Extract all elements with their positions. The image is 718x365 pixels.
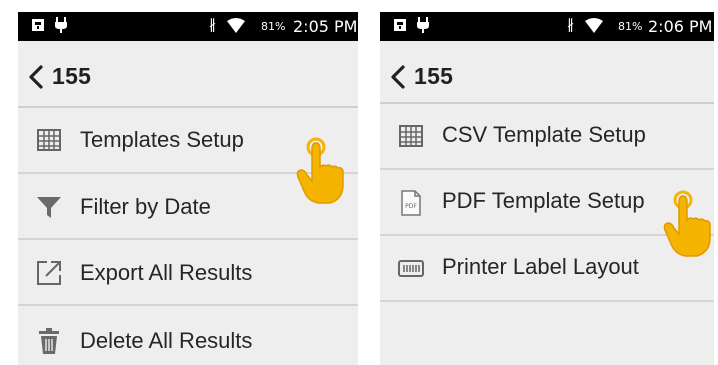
status-time: 2:05 PM xyxy=(293,17,358,36)
export-icon xyxy=(37,261,61,285)
screen-templates-setup: ∦ 81% 2:06 PM 155 CSV Template Setup PDF… xyxy=(380,12,714,365)
menu-item-label: PDF Template Setup xyxy=(442,188,645,213)
menu-item-label: Filter by Date xyxy=(80,194,211,219)
battery-level: 81% xyxy=(261,20,286,33)
status-bar: ∦ 81% 2:05 PM xyxy=(18,12,358,41)
menu-item-export-all-results[interactable]: Export All Results xyxy=(18,240,358,306)
status-bar: ∦ 81% 2:06 PM xyxy=(380,12,714,41)
printer-label-icon xyxy=(398,260,424,277)
menu-item-csv-template-setup[interactable]: CSV Template Setup xyxy=(380,104,714,170)
grid-icon xyxy=(37,129,61,151)
menu-item-label: Templates Setup xyxy=(80,127,244,152)
status-time: 2:06 PM xyxy=(648,17,713,36)
header: 155 xyxy=(18,41,358,111)
wifi-icon xyxy=(585,18,603,33)
notification-icon xyxy=(394,19,406,31)
menu-item-label: Printer Label Layout xyxy=(442,254,639,279)
menu-item-label: CSV Template Setup xyxy=(442,122,646,147)
bluetooth-icon: ∦ xyxy=(567,17,574,33)
menu-item-label: Export All Results xyxy=(80,260,253,285)
pdf-file-icon: PDF xyxy=(401,190,421,216)
page-title: 155 xyxy=(52,63,92,89)
page-title: 155 xyxy=(414,63,454,89)
back-icon[interactable] xyxy=(388,64,408,90)
tap-hand-icon xyxy=(663,190,711,257)
menu-item-label: Delete All Results xyxy=(80,328,253,353)
pdf-icon-text: PDF xyxy=(405,203,417,210)
usb-icon xyxy=(55,17,67,33)
wifi-icon xyxy=(227,18,245,33)
tap-hand-icon xyxy=(296,137,344,204)
bluetooth-icon: ∦ xyxy=(209,17,216,33)
notification-icon xyxy=(32,19,44,31)
battery-level: 81% xyxy=(618,20,643,33)
grid-icon xyxy=(399,125,423,147)
trash-icon xyxy=(39,328,59,354)
menu-item-delete-all-results[interactable]: Delete All Results xyxy=(18,306,358,365)
divider xyxy=(380,300,714,302)
header: 155 xyxy=(380,41,714,111)
filter-icon xyxy=(37,197,61,218)
usb-icon xyxy=(417,17,429,33)
back-icon[interactable] xyxy=(26,64,46,90)
screen-results-menu: ∦ 81% 2:05 PM 155 Templates Setup Filter… xyxy=(18,12,358,365)
